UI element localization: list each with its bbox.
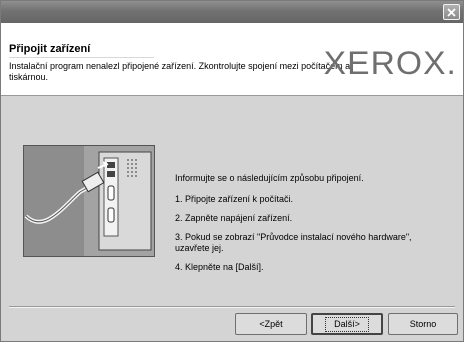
title-bar bbox=[1, 1, 463, 23]
next-button-label: Další> bbox=[325, 316, 369, 332]
page-title: Připojit zařízení bbox=[9, 43, 91, 55]
page-description: Instalační program nenalezl připojené za… bbox=[9, 61, 351, 82]
instructions: Informujte se o následujícím způsobu při… bbox=[175, 173, 435, 281]
instruction-step-1: 1. Připojte zařízení k počítači. bbox=[175, 194, 294, 204]
cancel-button[interactable]: Storno bbox=[388, 313, 458, 335]
instruction-step-3: 3. Pokud se zobrazí "Průvodce instalací … bbox=[175, 232, 412, 253]
instructions-intro: Informujte se o následujícím způsobu při… bbox=[175, 173, 364, 183]
instruction-step-4: 4. Klepněte na [Další]. bbox=[175, 262, 264, 272]
usb-connection-illustration bbox=[23, 145, 155, 257]
next-button[interactable]: Další> bbox=[311, 313, 383, 335]
header-panel: Připojit zařízení Instalační program nen… bbox=[1, 23, 463, 96]
close-icon bbox=[447, 7, 456, 17]
instruction-step-2: 2. Zapněte napájení zařízení. bbox=[175, 213, 293, 223]
back-button[interactable]: <Zpět bbox=[235, 313, 307, 335]
xerox-logo: XEROX. bbox=[323, 45, 457, 81]
title-underline bbox=[9, 57, 154, 58]
back-button-label: <Zpět bbox=[259, 319, 283, 329]
close-button[interactable] bbox=[443, 4, 460, 20]
cancel-button-label: Storno bbox=[409, 319, 437, 329]
footer-divider bbox=[9, 306, 455, 308]
installer-window: Připojit zařízení Instalační program nen… bbox=[0, 0, 464, 342]
